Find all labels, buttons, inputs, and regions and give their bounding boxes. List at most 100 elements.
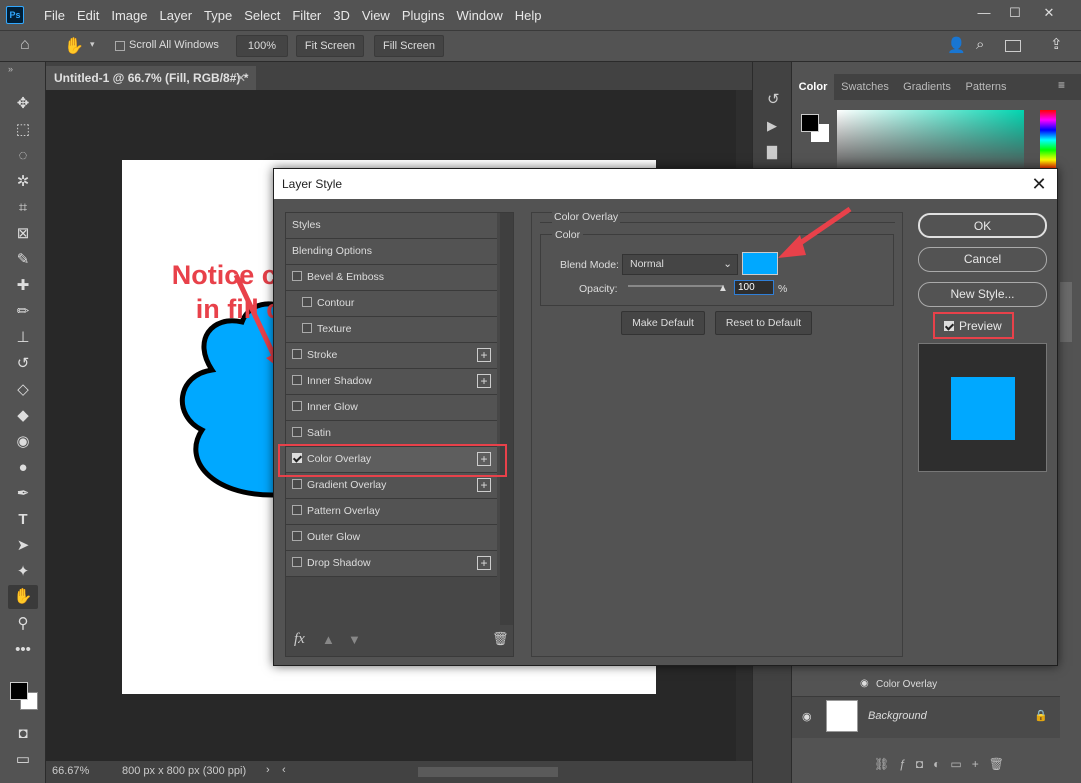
blur-tool-icon[interactable]: ◉ — [8, 430, 38, 454]
preview-checkbox-row[interactable]: Preview — [944, 319, 1002, 333]
menu-window[interactable]: Window — [450, 8, 508, 23]
zoom-tool-icon[interactable]: ⚲ — [8, 612, 38, 636]
tab-swatches[interactable]: Swatches — [834, 74, 896, 100]
comment-icon[interactable]: ▇ — [767, 144, 777, 160]
hand-tool-icon[interactable]: ✋ — [64, 36, 84, 56]
zoom-level[interactable]: 66.67% — [52, 765, 89, 777]
search-icon[interactable]: ⌕ — [976, 36, 984, 53]
fx-icon[interactable]: fx — [294, 631, 305, 648]
ok-button[interactable]: OK — [918, 213, 1047, 238]
style-checkbox[interactable] — [292, 427, 302, 438]
preview-checkbox[interactable] — [944, 320, 954, 331]
chevron-right-icon[interactable]: › — [266, 764, 270, 776]
scroll-all-checkbox[interactable] — [115, 41, 125, 51]
panel-scroll-thumb[interactable] — [1060, 282, 1072, 342]
fill-screen-button[interactable]: Fill Screen — [374, 35, 444, 57]
menu-image[interactable]: Image — [105, 8, 153, 23]
stamp-tool-icon[interactable]: ⊥ — [8, 326, 38, 350]
collapse-icon[interactable]: » — [8, 64, 13, 74]
menu-type[interactable]: Type — [198, 8, 238, 23]
frame-tool-icon[interactable]: ⊠ — [8, 222, 38, 246]
marquee-tool-icon[interactable]: ⬚ — [8, 118, 38, 142]
tab-gradients[interactable]: Gradients — [896, 74, 958, 100]
style-checkbox[interactable] — [302, 297, 312, 308]
horizontal-scroll-thumb[interactable] — [418, 767, 558, 777]
blend-mode-select[interactable]: Normal ⌄ — [622, 254, 738, 275]
style-checkbox[interactable] — [292, 401, 302, 412]
dodge-tool-icon[interactable]: ● — [8, 456, 38, 480]
add-effect-icon[interactable]: + — [477, 478, 491, 492]
play-icon[interactable]: ▶ — [767, 118, 777, 134]
brush-tool-icon[interactable]: ✏ — [8, 300, 38, 324]
eyedropper-icon[interactable]: ✎ — [8, 248, 38, 272]
crop-tool-icon[interactable]: ⌗ — [8, 196, 38, 220]
make-default-button[interactable]: Make Default — [621, 311, 705, 335]
tab-patterns[interactable]: Patterns — [958, 74, 1014, 100]
style-item-stroke[interactable]: Stroke + — [286, 343, 497, 369]
chevron-down-icon[interactable]: ▾ — [90, 39, 95, 50]
hue-slider[interactable] — [1040, 110, 1056, 170]
zoom-100-button[interactable]: 100% — [236, 35, 288, 57]
move-down-icon[interactable]: ▼ — [348, 632, 361, 647]
move-tool-icon[interactable]: ✥ — [8, 92, 38, 116]
eye-icon[interactable]: ◉ — [860, 678, 869, 689]
dialog-close-icon[interactable]: ✕ — [1029, 169, 1049, 199]
share-user-icon[interactable]: 👤 — [947, 36, 966, 54]
style-checkbox[interactable] — [292, 557, 302, 568]
menu-help[interactable]: Help — [509, 8, 548, 23]
style-item-inner-glow[interactable]: Inner Glow — [286, 395, 497, 421]
pen-tool-icon[interactable]: ✒ — [8, 482, 38, 506]
type-tool-icon[interactable]: T — [8, 508, 38, 532]
eraser-tool-icon[interactable]: ◇ — [8, 378, 38, 402]
color-overlay-effect-label[interactable]: Color Overlay — [876, 679, 937, 690]
panel-menu-icon[interactable]: ≡ — [1058, 78, 1065, 92]
fit-screen-button[interactable]: Fit Screen — [296, 35, 364, 57]
foreground-color-swatch[interactable] — [10, 682, 28, 700]
style-checkbox[interactable] — [292, 375, 302, 386]
menu-edit[interactable]: Edit — [71, 8, 105, 23]
style-checkbox[interactable] — [292, 505, 302, 516]
opacity-slider-track[interactable] — [628, 285, 724, 287]
history-brush-icon[interactable]: ↺ — [8, 352, 38, 376]
more-tools-icon[interactable]: ••• — [8, 638, 38, 662]
screen-mode-icon[interactable]: ▭ — [8, 748, 38, 772]
move-up-icon[interactable]: ▲ — [322, 632, 335, 647]
tab-color[interactable]: Color — [792, 74, 834, 100]
workspace-icon[interactable] — [1005, 40, 1021, 52]
style-item-outer-glow[interactable]: Outer Glow — [286, 525, 497, 551]
new-style-button[interactable]: New Style... — [918, 282, 1047, 307]
healing-brush-icon[interactable]: ✚ — [8, 274, 38, 298]
minimize-icon[interactable]: — — [972, 3, 996, 23]
menu-filter[interactable]: Filter — [286, 8, 327, 23]
quick-mask-icon[interactable]: ◘ — [8, 722, 38, 746]
maximize-icon[interactable]: ☐ — [1003, 3, 1027, 23]
style-item-pattern-overlay[interactable]: Pattern Overlay — [286, 499, 497, 525]
export-icon[interactable]: ⇪ — [1050, 35, 1063, 53]
style-checkbox[interactable] — [292, 271, 302, 282]
path-select-icon[interactable]: ➤ — [8, 534, 38, 558]
style-item-drop-shadow[interactable]: Drop Shadow + — [286, 551, 497, 577]
cancel-button[interactable]: Cancel — [918, 247, 1047, 272]
close-tab-icon[interactable]: ✕ — [236, 66, 246, 90]
style-checkbox[interactable] — [292, 479, 302, 490]
magic-wand-icon[interactable]: ✲ — [8, 170, 38, 194]
style-checkbox[interactable] — [292, 531, 302, 542]
fg-swatch[interactable] — [801, 114, 819, 132]
hand-tool-active-icon[interactable]: ✋ — [8, 585, 38, 609]
menu-select[interactable]: Select — [238, 8, 286, 23]
style-item-blending-options[interactable]: Blending Options — [286, 239, 497, 265]
style-checkbox[interactable] — [302, 323, 312, 334]
opacity-slider-thumb[interactable]: ▲ — [718, 283, 728, 294]
layer-actions[interactable]: ⛓ƒ◘◐▭+🗑 — [874, 757, 1014, 771]
menu-view[interactable]: View — [356, 8, 396, 23]
style-item-bevel-emboss[interactable]: Bevel & Emboss — [286, 265, 497, 291]
close-window-icon[interactable]: ✕ — [1037, 3, 1061, 23]
styles-list-scrollbar[interactable] — [500, 213, 513, 625]
style-checkbox[interactable] — [292, 349, 302, 360]
add-effect-icon[interactable]: + — [477, 556, 491, 570]
lasso-tool-icon[interactable]: ◌ — [8, 144, 38, 168]
paint-bucket-icon[interactable]: ◆ — [8, 404, 38, 428]
menu-3d[interactable]: 3D — [327, 8, 356, 23]
reset-default-button[interactable]: Reset to Default — [715, 311, 812, 335]
add-effect-icon[interactable]: + — [477, 374, 491, 388]
